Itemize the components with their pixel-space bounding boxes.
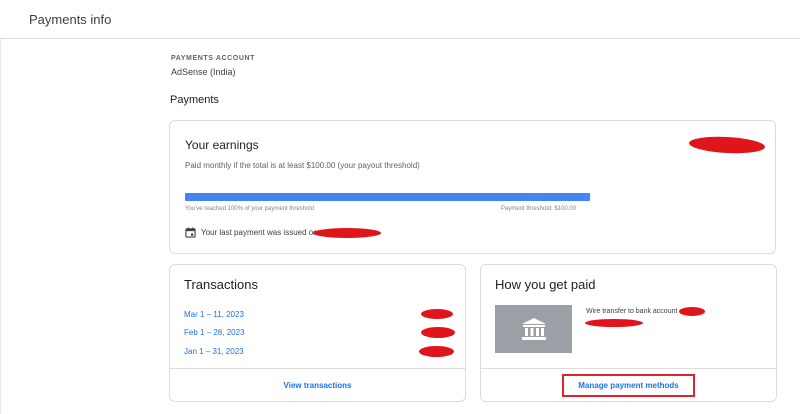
payment-method-text: Wire transfer to bank account bbox=[586, 308, 678, 315]
redacted-account-name bbox=[585, 319, 643, 327]
transactions-footer: View transactions bbox=[170, 368, 465, 401]
redacted-transaction-amount bbox=[421, 309, 453, 319]
transaction-row-date[interactable]: Jan 1 – 31, 2023 bbox=[184, 347, 244, 356]
progress-status-text: You've reached 100% of your payment thre… bbox=[185, 206, 315, 212]
top-bar: Payments info bbox=[0, 0, 800, 39]
redacted-account-number bbox=[679, 307, 705, 316]
redacted-earnings-amount bbox=[688, 135, 766, 155]
payments-account-value: AdSense (India) bbox=[171, 67, 236, 77]
calendar-icon bbox=[185, 227, 196, 238]
view-transactions-link[interactable]: View transactions bbox=[284, 381, 352, 390]
transaction-row-date[interactable]: Mar 1 – 11, 2023 bbox=[184, 310, 244, 319]
payment-threshold-progress-bar bbox=[185, 193, 590, 201]
last-payment-info: Your last payment was issued on bbox=[185, 227, 318, 238]
page-title: Payments info bbox=[29, 12, 112, 27]
payment-method-title: How you get paid bbox=[495, 277, 596, 292]
redacted-transaction-amount bbox=[419, 346, 454, 357]
payment-threshold-text: Payment threshold: $100.00 bbox=[501, 206, 577, 212]
bank-tile bbox=[495, 305, 572, 353]
earnings-card: Your earnings Paid monthly if the total … bbox=[169, 120, 776, 254]
transaction-row-date[interactable]: Feb 1 – 28, 2023 bbox=[184, 328, 245, 337]
transactions-title: Transactions bbox=[184, 277, 258, 292]
payment-method-card: How you get paid Wire transfer to bank a… bbox=[480, 264, 777, 402]
progress-fill bbox=[185, 193, 590, 201]
earnings-description: Paid monthly if the total is at least $1… bbox=[185, 161, 420, 170]
manage-payment-methods-link[interactable]: Manage payment methods bbox=[562, 373, 695, 397]
transactions-card: Transactions Mar 1 – 11, 2023 Feb 1 – 28… bbox=[169, 264, 466, 402]
payments-account-label: PAYMENTS ACCOUNT bbox=[171, 55, 256, 62]
earnings-heading: Your earnings bbox=[185, 138, 259, 152]
last-payment-text: Your last payment was issued on bbox=[201, 228, 318, 237]
bank-icon bbox=[521, 318, 546, 340]
payment-method-footer: Manage payment methods bbox=[481, 368, 776, 401]
redacted-transaction-amount bbox=[421, 327, 455, 338]
payments-section-title: Payments bbox=[170, 94, 219, 106]
left-divider bbox=[0, 39, 1, 414]
redacted-last-payment-date bbox=[313, 228, 381, 238]
